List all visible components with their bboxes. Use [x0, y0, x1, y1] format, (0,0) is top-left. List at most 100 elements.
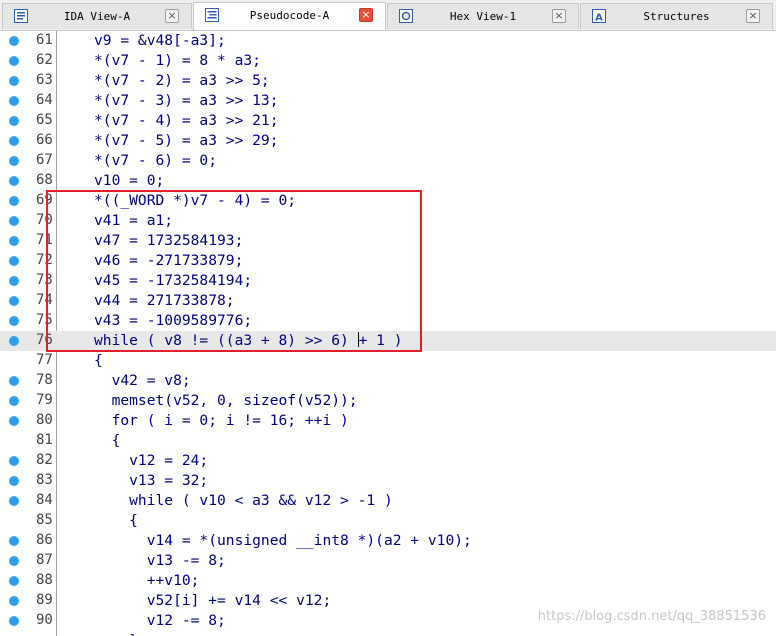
code-text[interactable]: {: [94, 432, 121, 449]
close-icon[interactable]: ×: [746, 9, 760, 23]
code-line[interactable]: 61 v9 = &v48[-a3];: [0, 31, 776, 51]
code-line[interactable]: 69 *((_WORD *)v7 - 4) = 0;: [0, 191, 776, 211]
breakpoint-dot-icon[interactable]: [9, 256, 19, 266]
code-text[interactable]: *(v7 - 3) = a3 >> 13;: [94, 92, 279, 109]
code-text[interactable]: v47 = 1732584193;: [94, 232, 243, 249]
code-line[interactable]: 65 *(v7 - 4) = a3 >> 21;: [0, 111, 776, 131]
breakpoint-dot-icon[interactable]: [9, 416, 19, 426]
pseudocode-editor[interactable]: 61 v9 = &v48[-a3]; 62 *(v7 - 1) = 8 * a3; 63…: [0, 31, 776, 636]
code-text[interactable]: v10 = 0;: [94, 172, 164, 189]
close-icon[interactable]: ×: [359, 8, 373, 22]
code-text[interactable]: v42 = v8;: [94, 372, 191, 389]
code-text[interactable]: *(v7 - 5) = a3 >> 29;: [94, 132, 279, 149]
code-text[interactable]: v52[i] += v14 << v12;: [94, 592, 332, 609]
tab-structures[interactable]: A Structures ×: [580, 3, 773, 29]
breakpoint-dot-icon[interactable]: [9, 596, 19, 606]
breakpoint-dot-icon[interactable]: [9, 576, 19, 586]
code-line[interactable]: 79 memset(v52, 0, sizeof(v52));: [0, 391, 776, 411]
line-number: 61: [36, 32, 53, 48]
code-line[interactable]: 81 {: [0, 431, 776, 451]
code-text[interactable]: memset(v52, 0, sizeof(v52));: [94, 392, 358, 409]
code-line[interactable]: 83 v13 = 32;: [0, 471, 776, 491]
code-text[interactable]: v9 = &v48[-a3];: [94, 32, 226, 49]
code-line[interactable]: }: [0, 631, 776, 636]
breakpoint-dot-icon[interactable]: [9, 76, 19, 86]
code-line[interactable]: 71 v47 = 1732584193;: [0, 231, 776, 251]
code-text[interactable]: for ( i = 0; i != 16; ++i ): [94, 412, 349, 429]
tab-pseudocode[interactable]: Pseudocode-A ×: [193, 2, 386, 30]
code-line[interactable]: 63 *(v7 - 2) = a3 >> 5;: [0, 71, 776, 91]
code-text[interactable]: *((_WORD *)v7 - 4) = 0;: [94, 192, 296, 209]
code-line[interactable]: 89 v52[i] += v14 << v12;: [0, 591, 776, 611]
breakpoint-dot-icon[interactable]: [9, 56, 19, 66]
code-text[interactable]: *(v7 - 1) = 8 * a3;: [94, 52, 261, 69]
breakpoint-dot-icon[interactable]: [9, 96, 19, 106]
breakpoint-dot-icon[interactable]: [9, 156, 19, 166]
code-line[interactable]: 62 *(v7 - 1) = 8 * a3;: [0, 51, 776, 71]
code-line[interactable]: 66 *(v7 - 5) = a3 >> 29;: [0, 131, 776, 151]
breakpoint-dot-icon[interactable]: [9, 616, 19, 626]
breakpoint-dot-icon[interactable]: [9, 196, 19, 206]
code-text[interactable]: v41 = a1;: [94, 212, 173, 229]
code-text[interactable]: *(v7 - 4) = a3 >> 21;: [94, 112, 279, 129]
breakpoint-dot-icon[interactable]: [9, 396, 19, 406]
breakpoint-dot-icon[interactable]: [9, 456, 19, 466]
breakpoint-dot-icon[interactable]: [9, 216, 19, 226]
code-text[interactable]: v14 = *(unsigned __int8 *)(a2 + v10);: [94, 532, 472, 549]
code-line[interactable]: 77 {: [0, 351, 776, 371]
tab-hex-view[interactable]: Hex View-1 ×: [387, 3, 579, 29]
code-text[interactable]: *(v7 - 2) = a3 >> 5;: [94, 72, 270, 89]
code-text[interactable]: v45 = -1732584194;: [94, 272, 252, 289]
code-line[interactable]: 76 while ( v8 != ((a3 + 8) >> 6) + 1 ): [0, 331, 776, 351]
code-text[interactable]: v12 -= 8;: [94, 612, 226, 629]
breakpoint-dot-icon[interactable]: [9, 496, 19, 506]
breakpoint-dot-icon[interactable]: [9, 336, 19, 346]
code-line[interactable]: 64 *(v7 - 3) = a3 >> 13;: [0, 91, 776, 111]
code-text[interactable]: *(v7 - 6) = 0;: [94, 152, 217, 169]
breakpoint-dot-icon[interactable]: [9, 376, 19, 386]
code-text[interactable]: }: [94, 632, 138, 636]
breakpoint-dot-icon[interactable]: [9, 36, 19, 46]
code-line[interactable]: 80 for ( i = 0; i != 16; ++i ): [0, 411, 776, 431]
breakpoint-dot-icon[interactable]: [9, 476, 19, 486]
breakpoint-dot-icon[interactable]: [9, 176, 19, 186]
code-text[interactable]: {: [94, 512, 138, 529]
line-number: 83: [36, 472, 53, 488]
code-text[interactable]: v46 = -271733879;: [94, 252, 243, 269]
line-number: 71: [36, 232, 53, 248]
tab-ida-view[interactable]: IDA View-A ×: [2, 3, 192, 29]
code-line[interactable]: 67 *(v7 - 6) = 0;: [0, 151, 776, 171]
code-text[interactable]: v12 = 24;: [94, 452, 208, 469]
code-line[interactable]: 78 v42 = v8;: [0, 371, 776, 391]
code-line[interactable]: 74 v44 = 271733878;: [0, 291, 776, 311]
breakpoint-dot-icon[interactable]: [9, 316, 19, 326]
code-line[interactable]: 70 v41 = a1;: [0, 211, 776, 231]
code-text[interactable]: while ( v10 < a3 && v12 > -1 ): [94, 492, 393, 509]
code-text[interactable]: while ( v8 != ((a3 + 8) >> 6) + 1 ): [94, 332, 403, 349]
code-text[interactable]: v43 = -1009589776;: [94, 312, 252, 329]
code-line[interactable]: 73 v45 = -1732584194;: [0, 271, 776, 291]
code-line[interactable]: 88 ++v10;: [0, 571, 776, 591]
code-line[interactable]: 85 {: [0, 511, 776, 531]
code-line[interactable]: 72 v46 = -271733879;: [0, 251, 776, 271]
code-line[interactable]: 68 v10 = 0;: [0, 171, 776, 191]
code-text[interactable]: v13 -= 8;: [94, 552, 226, 569]
code-text[interactable]: ++v10;: [94, 572, 200, 589]
breakpoint-dot-icon[interactable]: [9, 236, 19, 246]
code-line[interactable]: 82 v12 = 24;: [0, 451, 776, 471]
breakpoint-dot-icon[interactable]: [9, 296, 19, 306]
code-text[interactable]: v44 = 271733878;: [94, 292, 235, 309]
breakpoint-dot-icon[interactable]: [9, 136, 19, 146]
breakpoint-dot-icon[interactable]: [9, 116, 19, 126]
close-icon[interactable]: ×: [552, 9, 566, 23]
code-line[interactable]: 84 while ( v10 < a3 && v12 > -1 ): [0, 491, 776, 511]
code-line[interactable]: 75 v43 = -1009589776;: [0, 311, 776, 331]
code-text[interactable]: {: [94, 352, 103, 369]
breakpoint-dot-icon[interactable]: [9, 556, 19, 566]
breakpoint-dot-icon[interactable]: [9, 276, 19, 286]
code-text[interactable]: v13 = 32;: [94, 472, 208, 489]
code-line[interactable]: 87 v13 -= 8;: [0, 551, 776, 571]
code-line[interactable]: 86 v14 = *(unsigned __int8 *)(a2 + v10);: [0, 531, 776, 551]
breakpoint-dot-icon[interactable]: [9, 536, 19, 546]
close-icon[interactable]: ×: [165, 9, 179, 23]
